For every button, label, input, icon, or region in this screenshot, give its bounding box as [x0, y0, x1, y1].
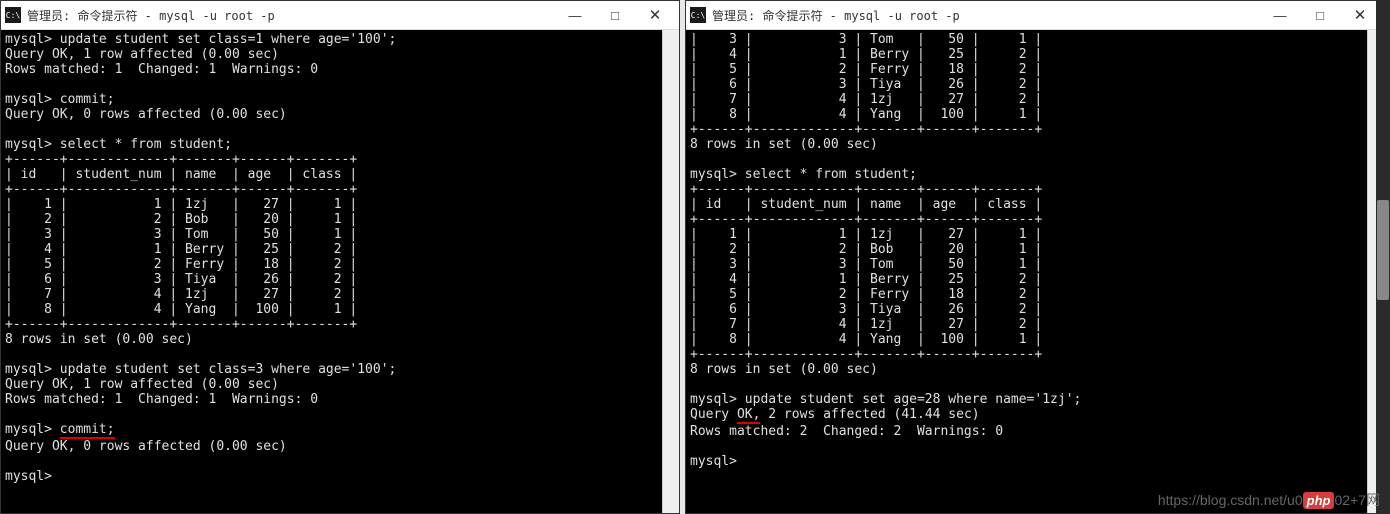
table-border: +------+-------------+-------+------+---…	[690, 122, 1042, 137]
prompt: mysql>	[5, 137, 52, 152]
maximize-button[interactable]: □	[595, 3, 635, 27]
scrollbar-thumb[interactable]	[1377, 200, 1389, 300]
sql-command: update student set age=28 where name='1z…	[745, 392, 1082, 407]
table-border: +------+-------------+-------+------+---…	[5, 152, 357, 167]
table-row: | 6 | 3 | Tiya | 26 | 2 |	[5, 272, 357, 287]
maximize-button[interactable]: □	[1300, 3, 1340, 27]
query-result-post: 2 rows affected (41.44 sec)	[760, 407, 979, 422]
table-row: | 8 | 4 | Yang | 100 | 1 |	[690, 332, 1042, 347]
commit-highlighted: commit;	[60, 422, 115, 439]
query-result: Rows matched: 1 Changed: 1 Warnings: 0	[5, 392, 318, 407]
table-border: +------+-------------+-------+------+---…	[690, 212, 1042, 227]
close-button[interactable]: ✕	[635, 3, 675, 27]
page-scrollbar[interactable]	[1376, 0, 1390, 514]
ok-highlighted: OK,	[737, 407, 760, 424]
rows-in-set: 8 rows in set (0.00 sec)	[5, 332, 193, 347]
table-border: +------+-------------+-------+------+---…	[5, 182, 357, 197]
query-result: Query OK, 1 row affected (0.00 sec)	[5, 47, 279, 62]
sql-command: select * from student;	[60, 137, 232, 152]
terminal-window-left: C:\ 管理员: 命令提示符 - mysql -u root -p — □ ✕ …	[0, 0, 680, 514]
sql-command: update student set class=3 where age='10…	[60, 362, 397, 377]
php-badge-icon: php	[1303, 492, 1335, 509]
table-row: | 4 | 1 | Berry | 25 | 2 |	[690, 272, 1042, 287]
terminal-output-right[interactable]: | 3 | 3 | Tom | 50 | 1 | | 4 | 1 | Berry…	[686, 30, 1384, 513]
sql-command: commit;	[60, 92, 115, 107]
query-result-pre: Query	[690, 407, 737, 422]
table-row: | 2 | 2 | Bob | 20 | 1 |	[5, 212, 357, 227]
table-row: | 4 | 1 | Berry | 25 | 2 |	[5, 242, 357, 257]
watermark-url-pre: https://blog.csdn.net/u0	[1158, 492, 1303, 508]
sql-command: update student set class=1 where age='10…	[60, 32, 397, 47]
table-row: | 5 | 2 | Ferry | 18 | 2 |	[690, 62, 1042, 77]
table-row: | 1 | 1 | 1zj | 27 | 1 |	[690, 227, 1042, 242]
window-title: 管理员: 命令提示符 - mysql -u root -p	[27, 7, 555, 24]
titlebar-left[interactable]: C:\ 管理员: 命令提示符 - mysql -u root -p — □ ✕	[1, 1, 679, 30]
minimize-button[interactable]: —	[1260, 3, 1300, 27]
minimize-button[interactable]: —	[555, 3, 595, 27]
table-row: | 3 | 3 | Tom | 50 | 1 |	[5, 227, 357, 242]
prompt: mysql>	[5, 469, 52, 484]
table-row: | 5 | 2 | Ferry | 18 | 2 |	[5, 257, 357, 272]
rows-in-set: 8 rows in set (0.00 sec)	[690, 362, 878, 377]
close-button[interactable]: ✕	[1340, 3, 1380, 27]
prompt: mysql>	[5, 362, 52, 377]
table-border: +------+-------------+-------+------+---…	[690, 182, 1042, 197]
table-row: | 2 | 2 | Bob | 20 | 1 |	[690, 242, 1042, 257]
query-result: Query OK, 1 row affected (0.00 sec)	[5, 377, 279, 392]
titlebar-right[interactable]: C:\ 管理员: 命令提示符 - mysql -u root -p — □ ✕	[686, 1, 1384, 30]
table-header: | id | student_num | name | age | class …	[690, 197, 1042, 212]
cmd-icon: C:\	[690, 7, 706, 23]
rows-in-set: 8 rows in set (0.00 sec)	[690, 137, 878, 152]
table-row: | 6 | 3 | Tiya | 26 | 2 |	[690, 302, 1042, 317]
query-result: Rows matched: 2 Changed: 2 Warnings: 0	[690, 424, 1003, 439]
watermark: https://blog.csdn.net/u0php02+7网	[1158, 490, 1380, 510]
table-row: | 3 | 3 | Tom | 50 | 1 |	[690, 32, 1042, 47]
query-result: Query OK, 0 rows affected (0.00 sec)	[5, 107, 287, 122]
prompt: mysql>	[690, 167, 737, 182]
table-row: | 5 | 2 | Ferry | 18 | 2 |	[690, 287, 1042, 302]
table-row: | 7 | 4 | 1zj | 27 | 2 |	[690, 92, 1042, 107]
table-row: | 3 | 3 | Tom | 50 | 1 |	[690, 257, 1042, 272]
prompt: mysql>	[690, 392, 737, 407]
cmd-icon: C:\	[5, 7, 21, 23]
prompt-text: mysql>	[5, 422, 60, 437]
table-border: +------+-------------+-------+------+---…	[690, 347, 1042, 362]
prompt: mysql>	[5, 92, 52, 107]
query-result: Rows matched: 1 Changed: 1 Warnings: 0	[5, 62, 318, 77]
table-row: | 4 | 1 | Berry | 25 | 2 |	[690, 47, 1042, 62]
table-row: | 7 | 4 | 1zj | 27 | 2 |	[5, 287, 357, 302]
query-result: Query OK, 0 rows affected (0.00 sec)	[5, 439, 287, 454]
terminal-window-right: C:\ 管理员: 命令提示符 - mysql -u root -p — □ ✕ …	[685, 0, 1385, 514]
table-row: | 8 | 4 | Yang | 100 | 1 |	[690, 107, 1042, 122]
sql-command: select * from student;	[745, 167, 917, 182]
table-row: | 8 | 4 | Yang | 100 | 1 |	[5, 302, 357, 317]
watermark-url-post: 02+7网	[1334, 492, 1380, 508]
terminal-output-left[interactable]: mysql> update student set class=1 where …	[1, 30, 679, 513]
table-row: | 7 | 4 | 1zj | 27 | 2 |	[690, 317, 1042, 332]
scrollbar[interactable]	[662, 30, 679, 513]
window-title: 管理员: 命令提示符 - mysql -u root -p	[712, 7, 1260, 24]
prompt: mysql>	[690, 454, 737, 469]
prompt: mysql>	[5, 32, 52, 47]
table-row: | 6 | 3 | Tiya | 26 | 2 |	[690, 77, 1042, 92]
table-header: | id | student_num | name | age | class …	[5, 167, 357, 182]
table-row: | 1 | 1 | 1zj | 27 | 1 |	[5, 197, 357, 212]
table-border: +------+-------------+-------+------+---…	[5, 317, 357, 332]
